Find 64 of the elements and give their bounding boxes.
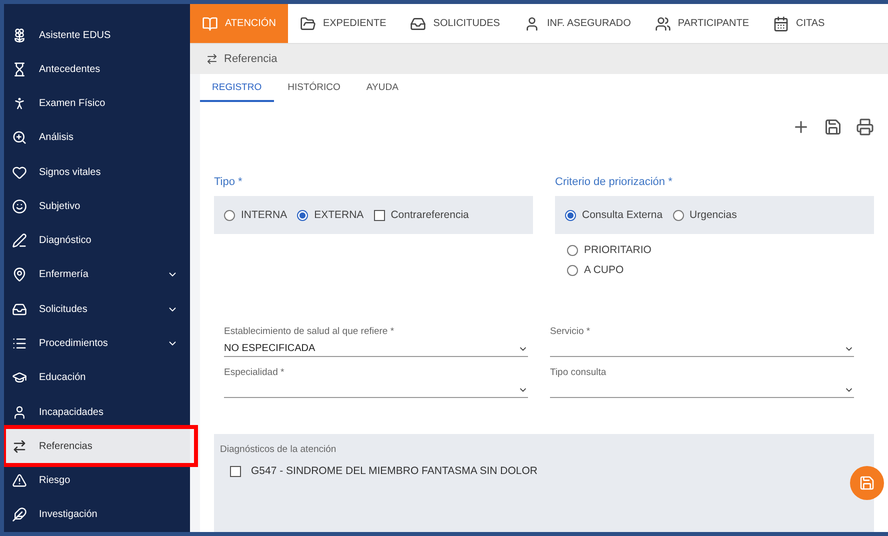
field-label: Establecimiento de salud al que refiere * [224,326,396,337]
sidebar-item[interactable]: Asistente EDUS [4,18,190,52]
sidebar-item[interactable]: Solicitudes [4,292,190,326]
field-label: Especialidad * [224,367,286,378]
tray-icon [12,302,27,317]
section-title: Referencia [224,53,278,65]
warning-icon [12,473,27,488]
top-tab[interactable]: CITAS [761,4,837,43]
book-icon [202,16,218,32]
map-pin-icon [12,267,27,282]
sidebar-item[interactable]: Análisis [4,120,190,156]
save-icon [859,475,875,491]
panel-title: Diagnósticos de la atención [220,444,338,455]
radio-option[interactable]: Consulta Externa [565,209,663,221]
group-label: Criterio de priorización * [555,176,674,188]
field-label: Servicio * [550,326,592,337]
list-icon [12,336,27,352]
sidebar-item[interactable]: Enfermería [4,258,190,292]
sidebar-item[interactable]: Signos vitales [4,155,190,190]
person-icon [12,96,27,112]
sidebar-item[interactable]: Diagnóstico [4,224,190,258]
hourglass-icon [12,62,27,77]
top-tab[interactable]: PARTICIPANTE [642,4,762,43]
sidebar-item[interactable]: Antecedentes [4,52,190,87]
select-field[interactable]: NO ESPECIFICADA [224,341,528,357]
sidebar-item[interactable]: Riesgo [4,463,190,498]
smile-icon [12,198,27,214]
zoom-icon [12,130,27,146]
flower-icon [12,28,27,43]
radio-option[interactable]: PRIORITARIO [567,244,862,256]
top-tab[interactable]: SOLICITUDES [398,4,512,43]
heart-icon [12,164,27,180]
calendar-icon [773,16,790,32]
user-icon [12,404,27,420]
sidebar-item[interactable]: Educación [4,360,190,395]
swap-arrows-icon [12,438,27,454]
user-icon [524,16,540,32]
checkbox-option[interactable]: Contrareferencia [374,209,469,221]
radio-option[interactable]: INTERNA [224,209,288,221]
folder-icon [300,16,316,32]
sidebar-item[interactable]: Subjetivo [4,189,190,224]
save-icon[interactable] [824,118,842,136]
pen-icon [12,233,27,248]
graduation-cap-icon [12,370,27,386]
sidebar-item[interactable]: Investigación [4,498,190,532]
radio-option[interactable]: EXTERNA [297,209,364,221]
diagnosis-option[interactable]: G547 - SINDROME DEL MIEMBRO FANTASMA SIN DOLOR [220,465,538,477]
radio-option[interactable]: A CUPO [567,264,862,276]
top-tab[interactable]: EXPEDIENTE [288,4,398,43]
print-icon[interactable] [856,118,874,136]
add-icon[interactable] [792,118,810,136]
sidebar-item[interactable]: Procedimientos [4,326,190,361]
tray-icon [410,16,426,32]
sub-tab[interactable]: HISTÓRICO [276,74,352,102]
users-icon [654,16,671,32]
feather-icon [12,507,27,522]
field-label: Tipo consulta [550,367,608,378]
radio-option[interactable]: Urgencias [672,209,737,221]
sidebar-item[interactable]: Incapacidades [4,394,190,430]
swap-arrows-icon [206,53,218,65]
top-tab[interactable]: INF. ASEGURADO [512,4,643,43]
sub-tab[interactable]: AYUDA [354,74,410,102]
sidebar-item[interactable]: Examen Físico [4,86,190,121]
group-label: Tipo * [214,176,244,188]
